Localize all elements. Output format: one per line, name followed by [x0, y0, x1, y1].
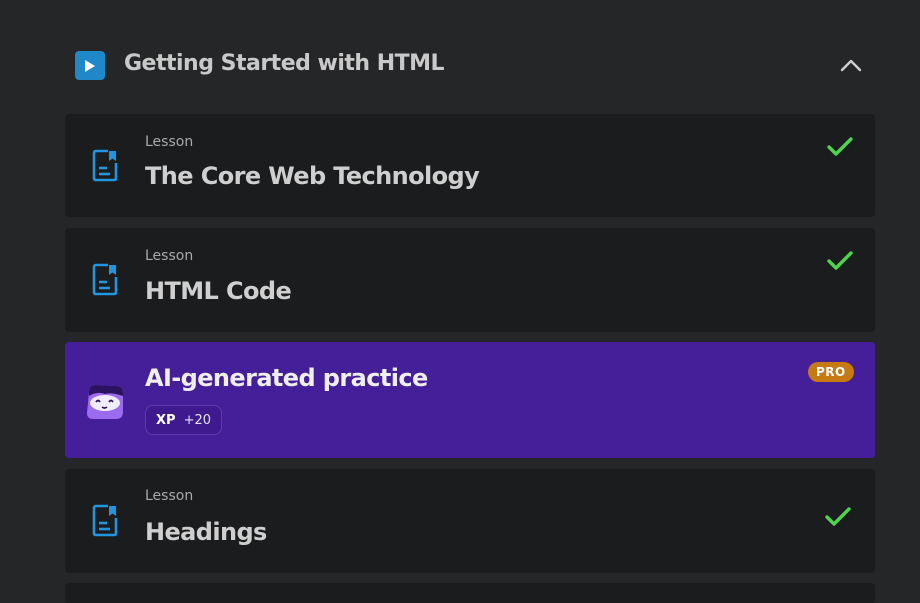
document-icon [92, 149, 118, 186]
lesson-card[interactable]: Lesson The Core Web Technology [65, 114, 875, 217]
lesson-title: Headings [145, 518, 267, 546]
play-icon [75, 51, 105, 80]
lesson-card-partial[interactable] [65, 583, 875, 603]
xp-label: XP [156, 412, 176, 428]
xp-value: +20 [183, 412, 211, 428]
checkmark-icon [824, 506, 852, 532]
ai-practice-title: AI-generated practice [145, 364, 428, 392]
module-title: Getting Started with HTML [124, 51, 445, 76]
mascot-icon [83, 382, 127, 426]
document-icon [92, 263, 118, 300]
lesson-kind: Lesson [145, 488, 194, 504]
lesson-kind: Lesson [145, 248, 194, 264]
document-icon [92, 504, 118, 541]
checkmark-icon [826, 136, 854, 162]
module-header[interactable]: Getting Started with HTML [65, 35, 875, 95]
lesson-kind: Lesson [145, 134, 194, 150]
lesson-title: HTML Code [145, 277, 292, 305]
lesson-card[interactable]: Lesson Headings [65, 469, 875, 573]
xp-reward-pill: XP +20 [145, 405, 222, 435]
checkmark-icon [826, 250, 854, 276]
lesson-title: The Core Web Technology [145, 162, 480, 190]
pro-badge: PRO [808, 362, 854, 382]
ai-practice-card[interactable]: AI-generated practice XP +20 PRO [65, 342, 875, 458]
chevron-up-icon[interactable] [837, 53, 865, 77]
lesson-card[interactable]: Lesson HTML Code [65, 228, 875, 332]
